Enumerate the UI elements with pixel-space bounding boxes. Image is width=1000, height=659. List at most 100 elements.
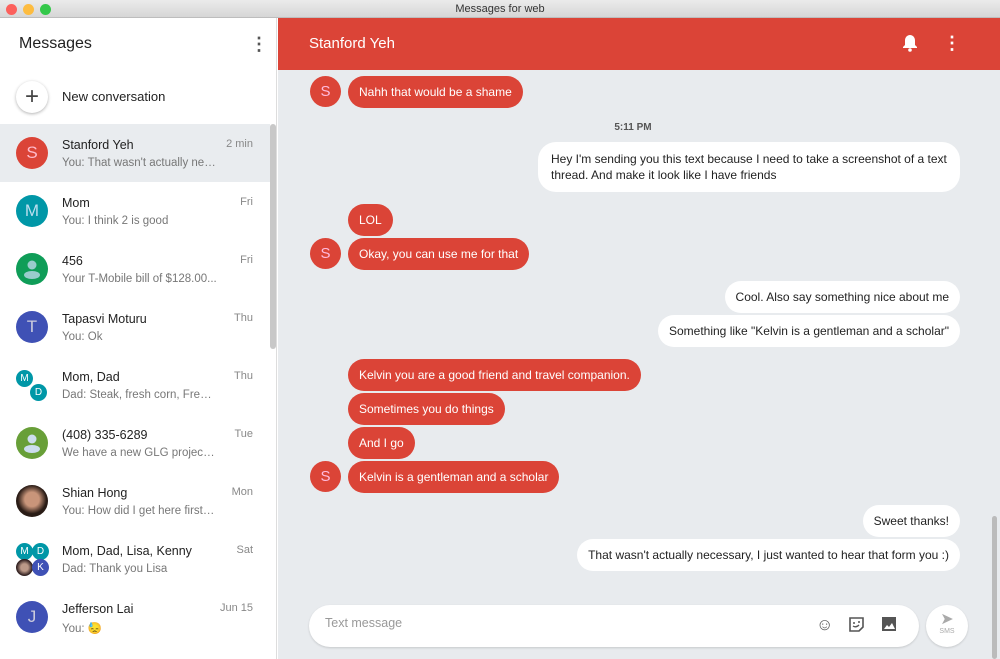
close-window-button[interactable]: [6, 4, 17, 15]
conversation-time: Fri: [240, 196, 253, 208]
new-conversation-label: New conversation: [62, 89, 166, 104]
message-thread: S Nahh that would be a shame 5:11 PM Hey…: [278, 70, 1000, 659]
message-row: S Nahh that would be a shame: [278, 76, 988, 108]
avatar: M: [16, 370, 33, 387]
conversation-item[interactable]: T Tapasvi Moturu You: Ok Thu: [0, 298, 270, 356]
person-icon: [16, 427, 48, 459]
conversation-time: Thu: [234, 312, 253, 324]
notifications-bell-icon[interactable]: [902, 34, 918, 57]
message-input[interactable]: [325, 616, 805, 630]
conversation-title: Stanford Yeh: [309, 35, 395, 52]
avatar-photo: [16, 485, 48, 517]
conversation-name: Shian Hong: [62, 486, 128, 500]
minimize-window-button[interactable]: [23, 4, 34, 15]
avatar: D: [32, 543, 49, 560]
conversation-preview: Your T-Mobile bill of $128.00...: [62, 273, 217, 285]
conversation-time: 2 min: [226, 138, 253, 150]
conversation-name: 456: [62, 254, 83, 268]
conversation-item[interactable]: M D Mom, Dad Dad: Steak, fresh corn, Fre…: [0, 356, 270, 414]
new-conversation-button[interactable]: + New conversation: [0, 78, 270, 124]
conversation-time: Fri: [240, 254, 253, 266]
conversation-preview: You: That wasn't actually nec...: [62, 157, 217, 169]
outgoing-message[interactable]: That wasn't actually necessary, I just w…: [577, 539, 960, 571]
emoji-icon[interactable]: ☺: [816, 616, 833, 633]
conversation-time: Mon: [231, 486, 253, 498]
message-row: S Okay, you can use me for that: [278, 238, 988, 270]
contact-avatar: S: [310, 238, 341, 269]
conversation-preview: Dad: Steak, fresh corn, Frenc...: [62, 389, 217, 401]
message-row: Cool. Also say something nice about me: [278, 281, 988, 313]
conversation-time: Sat: [236, 544, 253, 556]
incoming-message[interactable]: And I go: [348, 427, 415, 459]
more-vert-icon[interactable]: ⋮: [250, 35, 268, 53]
composer: ☺: [309, 605, 919, 647]
plus-icon: +: [16, 81, 48, 113]
conversation-name: Mom: [62, 196, 90, 210]
conversation-header: Stanford Yeh ⋮: [278, 18, 1000, 70]
more-vert-icon[interactable]: ⋮: [943, 34, 961, 52]
incoming-message[interactable]: Kelvin you are a good friend and travel …: [348, 359, 641, 391]
sidebar: Messages ⋮ + New conversation S Stanford…: [0, 18, 277, 659]
avatar: S: [16, 137, 48, 169]
message-row: Sweet thanks!: [278, 505, 988, 537]
outgoing-message[interactable]: Hey I'm sending you this text because I …: [538, 142, 960, 192]
conversation-name: Mom, Dad: [62, 370, 120, 384]
incoming-message[interactable]: Sometimes you do things: [348, 393, 505, 425]
contact-avatar: S: [310, 76, 341, 107]
send-button[interactable]: ➤ SMS: [926, 605, 968, 647]
conversation-time: Thu: [234, 370, 253, 382]
avatar: T: [16, 311, 48, 343]
message-row: Kelvin you are a good friend and travel …: [278, 359, 988, 391]
message-row: And I go: [278, 427, 988, 459]
contact-avatar: S: [310, 461, 341, 492]
conversation-preview: You: I think 2 is good: [62, 215, 169, 227]
conversation-item[interactable]: S Stanford Yeh You: That wasn't actually…: [0, 124, 270, 182]
conversation-preview: Dad: Thank you Lisa: [62, 563, 168, 575]
conversation-item[interactable]: Shian Hong You: How did I get here first…: [0, 472, 270, 530]
conversation-name: Mom, Dad, Lisa, Kenny: [62, 544, 192, 558]
message-row: Hey I'm sending you this text because I …: [278, 142, 988, 192]
conversation-preview: You: 😓: [62, 623, 103, 635]
avatar: K: [32, 559, 49, 576]
outgoing-message[interactable]: Something like "Kelvin is a gentleman an…: [657, 315, 960, 347]
message-row: Sometimes you do things: [278, 393, 988, 425]
incoming-message[interactable]: Nahh that would be a shame: [348, 76, 523, 108]
zoom-window-button[interactable]: [40, 4, 51, 15]
message-row: Something like "Kelvin is a gentleman an…: [278, 315, 988, 347]
send-icon: ➤: [940, 611, 954, 628]
conversation-item[interactable]: 456 Your T-Mobile bill of $128.00... Fri: [0, 240, 270, 298]
incoming-message[interactable]: LOL: [348, 204, 393, 236]
avatar: J: [16, 601, 48, 633]
sidebar-scrollbar[interactable]: [270, 124, 276, 349]
person-icon: [16, 253, 48, 285]
conversation-time: Tue: [234, 428, 253, 440]
incoming-message[interactable]: Okay, you can use me for that: [348, 238, 530, 270]
avatar: M: [16, 195, 48, 227]
outgoing-message[interactable]: Cool. Also say something nice about me: [724, 281, 960, 313]
send-sms-label: SMS: [939, 628, 955, 635]
conversation-item[interactable]: M D K Mom, Dad, Lisa, Kenny Dad: Thank y…: [0, 530, 270, 588]
avatar: D: [30, 384, 47, 401]
image-icon[interactable]: [881, 616, 897, 635]
conversation-name: Tapasvi Moturu: [62, 312, 147, 326]
message-row: That wasn't actually necessary, I just w…: [278, 539, 988, 571]
conversation-preview: You: Ok: [62, 331, 103, 343]
conversation-preview: We have a new GLG project ...: [62, 447, 217, 459]
conversation-item[interactable]: M Mom You: I think 2 is good Fri: [0, 182, 270, 240]
message-row: S Kelvin is a gentleman and a scholar: [278, 461, 988, 493]
conversation-item[interactable]: J Jefferson Lai You: 😓 Jun 15: [0, 588, 270, 646]
window-titlebar: Messages for web: [0, 0, 1000, 18]
thread-scrollbar[interactable]: [992, 516, 997, 659]
conversation-time: Jun 15: [219, 602, 253, 614]
conversation-name: (408) 335-6289: [62, 428, 148, 442]
avatar: M: [16, 543, 33, 560]
window-title: Messages for web: [455, 3, 545, 15]
message-row: LOL: [278, 204, 988, 236]
sidebar-title: Messages: [19, 35, 92, 52]
timestamp: 5:11 PM: [614, 122, 652, 133]
sticker-icon[interactable]: [848, 616, 865, 636]
conversation-item[interactable]: (408) 335-6289 We have a new GLG project…: [0, 414, 270, 472]
outgoing-message[interactable]: Sweet thanks!: [862, 505, 960, 537]
conversation-preview: You: How did I get here first l...: [62, 505, 217, 517]
incoming-message[interactable]: Kelvin is a gentleman and a scholar: [348, 461, 560, 493]
